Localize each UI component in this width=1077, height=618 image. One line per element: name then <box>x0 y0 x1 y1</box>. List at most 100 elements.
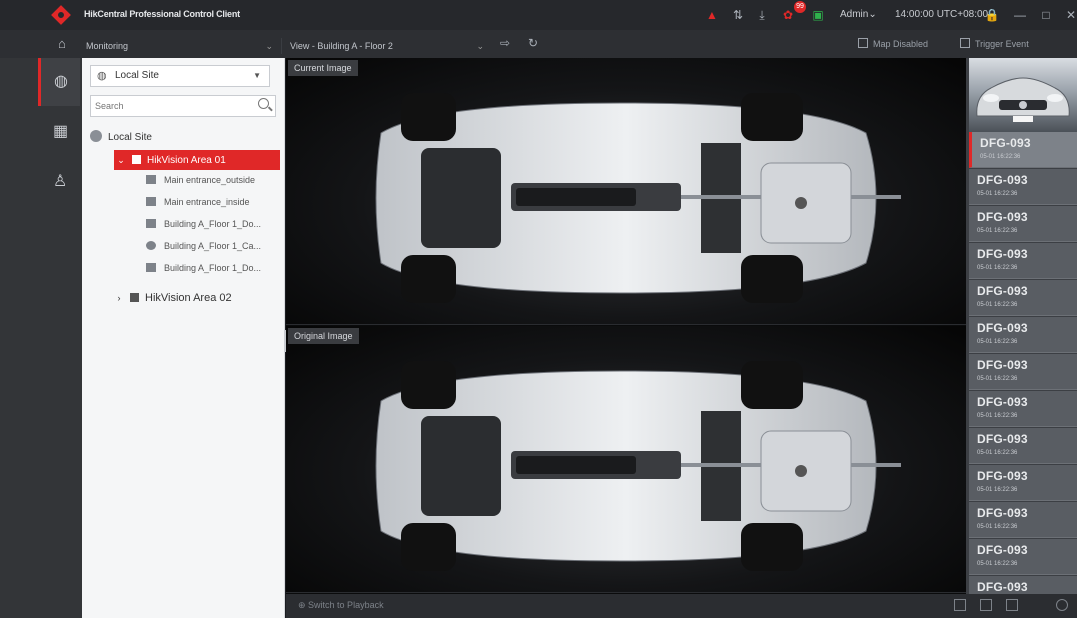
resource-panel: ◍ Local Site ▼ Local Site ⌄ HikVision Are… <box>82 58 285 618</box>
home-icon[interactable]: ⌂ <box>58 36 66 51</box>
chevron-down-icon: ⌄ <box>476 41 484 51</box>
original-image-pane[interactable]: Original Image <box>286 326 966 593</box>
capture-time: 05-01 16:22:36 <box>977 228 1018 234</box>
vehicle-undercarriage-image <box>375 361 901 571</box>
area-01-label: HikVision Area 01 <box>147 155 226 166</box>
capture-record[interactable]: DFG-093 05-01 16:22:36 <box>969 354 1077 390</box>
rail-item-views[interactable]: ▦ <box>40 108 82 156</box>
map-button-label: Map Disabled <box>873 39 929 49</box>
camera-label: Building A_Floor 1_Ca... <box>164 241 262 251</box>
area-icon <box>132 155 141 164</box>
settings-icon[interactable] <box>1056 599 1068 611</box>
module-select[interactable]: Monitoring ⌄ <box>86 38 282 54</box>
chevron-right-icon[interactable]: › <box>112 288 126 308</box>
capture-record[interactable]: DFG-09305-01 16:22:36 <box>969 576 1077 594</box>
switch-to-playback-button[interactable]: ⊕ Switch to Playback <box>298 600 384 611</box>
capture-record[interactable]: DFG-09305-01 16:22:36 <box>969 391 1077 427</box>
capture-time: 05-01 16:22:36 <box>977 450 1018 456</box>
tree-camera-3[interactable]: Building A_Floor 1_Do... <box>146 214 280 234</box>
capture-time: 05-01 16:22:36 <box>977 191 1018 197</box>
image-area: Current Image Original Image <box>286 58 966 594</box>
site-select-value: Local Site <box>115 70 159 81</box>
status-bar: ⊕ Switch to Playback <box>286 594 1077 618</box>
plate-number: DFG-093 <box>977 247 1028 261</box>
globe-icon: ◍ <box>97 70 107 82</box>
capture-time: 05-01 16:22:36 <box>977 302 1018 308</box>
download-icon[interactable]: ⤓ <box>752 5 772 25</box>
capture-record[interactable]: DFG-093 05-01 16:22:36 <box>969 428 1077 464</box>
vehicle-undercarriage-image <box>375 93 901 303</box>
export-icon[interactable]: ⇨ <box>500 36 510 50</box>
minimize-button[interactable]: — <box>1010 5 1030 25</box>
map-button[interactable]: Map Disabled <box>858 38 928 49</box>
capture-record[interactable]: DFG-09305-01 16:22:36 <box>969 502 1077 538</box>
person-icon: ♙ <box>53 173 68 190</box>
current-image-pane[interactable]: Current Image <box>286 58 966 325</box>
capture-record[interactable]: DFG-093 05-01 16:22:36 <box>969 539 1077 575</box>
plate-number: DFG-093 <box>980 136 1031 150</box>
current-image-label: Current Image <box>288 60 358 76</box>
camera-label: Main entrance_outside <box>164 175 256 185</box>
capture-record[interactable]: DFG-093 05-01 16:22:36 <box>969 243 1077 279</box>
module-label: Monitoring <box>86 41 129 51</box>
plate-number: DFG-093 <box>977 432 1028 446</box>
transfer-icon[interactable]: ⇅ <box>728 5 748 25</box>
split-view-icon[interactable] <box>980 599 992 611</box>
plate-number: DFG-093 <box>977 210 1028 224</box>
tree-camera-2[interactable]: Main entrance_inside <box>146 192 280 212</box>
vehicle-thumbnail[interactable] <box>969 58 1077 132</box>
camera-icon <box>146 175 156 184</box>
rail-item-resources[interactable]: ◍ <box>38 58 80 106</box>
view-select[interactable]: View - Building A - Floor 2 ⌄ <box>290 38 490 54</box>
plate-number: DFG-093 <box>977 173 1028 187</box>
capture-time: 05-01 16:22:36 <box>977 561 1018 567</box>
capture-time: 05-01 16:22:36 <box>977 376 1018 382</box>
camera-icon <box>146 197 156 206</box>
camera-icon <box>146 219 156 228</box>
rail-item-persons[interactable]: ♙ <box>40 158 82 206</box>
alarm-icon[interactable]: ▲ <box>702 5 722 25</box>
car-front-icon <box>976 77 1070 122</box>
lock-icon[interactable]: 🔒 <box>982 5 1002 25</box>
fullscreen-icon[interactable] <box>1006 599 1018 611</box>
health-monitor-icon[interactable]: ▣ <box>808 5 828 25</box>
search-icon[interactable] <box>258 98 269 109</box>
tree-area-01[interactable]: ⌄ HikVision Area 01 <box>114 150 280 170</box>
capture-record[interactable]: DFG-093 05-01 16:22:36 <box>969 169 1077 205</box>
tree-camera-1[interactable]: Main entrance_outside <box>146 170 280 190</box>
plate-number: DFG-093 <box>977 358 1028 372</box>
maximize-button[interactable]: □ <box>1036 5 1056 25</box>
user-menu[interactable]: Admin⌄ <box>840 9 877 20</box>
capture-time: 05-01 16:22:36 <box>977 265 1018 271</box>
menu-bar: ⌂ Monitoring ⌄ View - Building A - Floor… <box>0 30 1077 58</box>
tree-camera-5[interactable]: Building A_Floor 1_Do... <box>146 258 280 278</box>
nav-rail: ◍ ▦ ♙ <box>0 58 82 618</box>
plate-number: DFG-093 <box>977 543 1028 557</box>
capture-record[interactable]: DFG-09305-01 16:22:36 <box>969 465 1077 501</box>
clock: 14:00:00 UTC+08:00 <box>895 9 989 20</box>
grid-icon: ▦ <box>53 123 69 140</box>
site-select[interactable]: ◍ Local Site ▼ <box>90 65 270 87</box>
tree-root-label: Local Site <box>108 132 152 143</box>
chevron-down-icon[interactable]: ⌄ <box>114 150 128 170</box>
search-input[interactable] <box>91 96 241 116</box>
capture-record[interactable]: DFG-093 05-01 16:22:36 <box>969 206 1077 242</box>
app-logo-icon <box>51 5 71 25</box>
capture-record[interactable]: DFG-093 05-01 16:22:36 <box>969 280 1077 316</box>
capture-time: 05-01 16:22:36 <box>977 339 1018 345</box>
plate-number: DFG-093 <box>977 395 1028 409</box>
tree-area-02[interactable]: › HikVision Area 02 <box>112 288 278 308</box>
capture-record[interactable]: DFG-09305-01 16:22:36 <box>969 132 1077 168</box>
capture-record[interactable]: DFG-09305-01 16:22:36 <box>969 317 1077 353</box>
trigger-event-button[interactable]: Trigger Event <box>960 38 1029 49</box>
tree-root[interactable]: Local Site <box>90 128 280 148</box>
tree-camera-4[interactable]: Building A_Floor 1_Ca... <box>146 236 280 256</box>
plate-number: DFG-093 <box>977 506 1028 520</box>
trigger-button-label: Trigger Event <box>975 39 1029 49</box>
close-button[interactable]: ✕ <box>1061 5 1077 25</box>
camera-label: Building A_Floor 1_Do... <box>164 219 262 229</box>
capture-list: DFG-093 05-01 16:22:36 DFG-093 05-01 16:22:… <box>966 58 1077 594</box>
refresh-icon[interactable]: ↻ <box>528 36 538 50</box>
window-layout-icon[interactable] <box>954 599 966 611</box>
plate-number: DFG-093 <box>977 284 1028 298</box>
